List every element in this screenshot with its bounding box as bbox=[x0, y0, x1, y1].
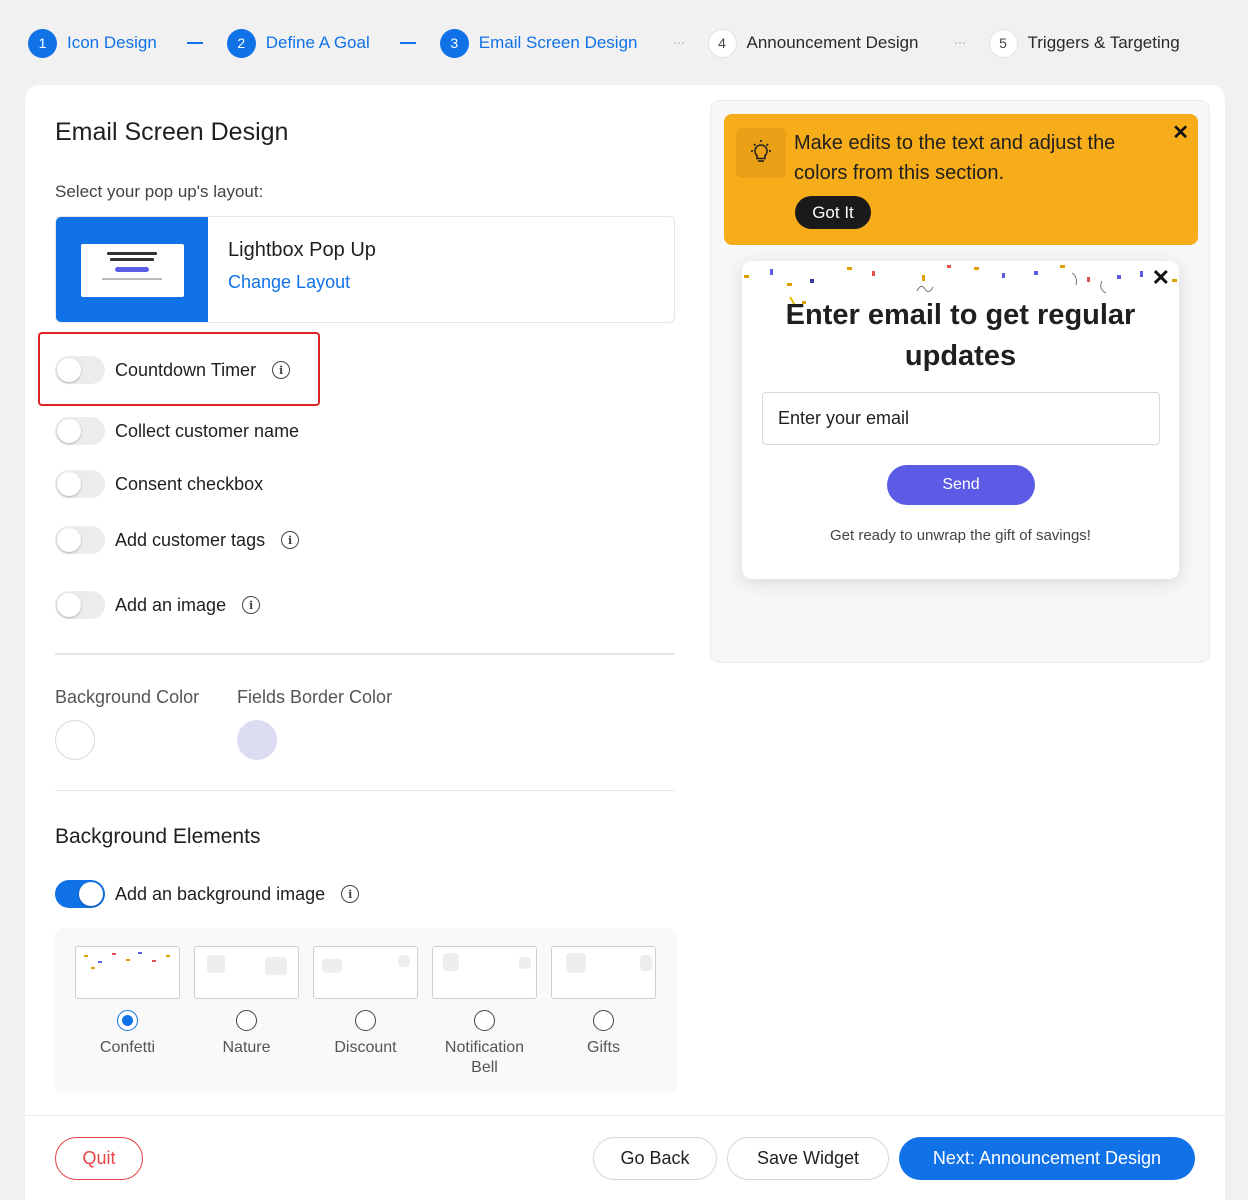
editor-card: Email Screen Design Select your pop up's… bbox=[25, 85, 1225, 1200]
got-it-button[interactable]: Got It bbox=[795, 196, 871, 229]
discount-radio[interactable] bbox=[355, 1010, 376, 1031]
bg-option-label: Notification Bell bbox=[444, 1039, 525, 1076]
step-label: Define A Goal bbox=[265, 33, 370, 52]
add-image-toggle[interactable] bbox=[55, 591, 105, 619]
info-icon[interactable]: i bbox=[242, 596, 261, 614]
divider bbox=[55, 790, 675, 791]
toggle-label: Add an background image bbox=[115, 883, 326, 904]
bg-option-discount[interactable]: Discount bbox=[313, 946, 418, 1058]
bg-option-label: Gifts bbox=[587, 1039, 620, 1056]
progress-stepper: 1 Icon Design 2 Define A Goal 3 Email Sc… bbox=[28, 27, 1228, 59]
bg-option-label: Nature bbox=[222, 1039, 271, 1056]
toggle-label: Collect customer name bbox=[115, 420, 300, 441]
save-widget-button[interactable]: Save Widget bbox=[727, 1137, 889, 1180]
consent-checkbox-row: Consent checkbox bbox=[55, 470, 263, 498]
footer-divider bbox=[25, 1115, 1225, 1116]
background-options: Confetti Nature Discount Notification Be… bbox=[55, 928, 677, 1093]
step-label: Announcement Design bbox=[746, 33, 919, 52]
confetti-radio[interactable] bbox=[117, 1010, 138, 1031]
info-icon[interactable]: i bbox=[272, 361, 291, 379]
fields-border-color-label: Fields Border Color bbox=[237, 687, 393, 707]
step-label: Icon Design bbox=[67, 33, 157, 52]
bg-option-label: Discount bbox=[334, 1039, 397, 1056]
background-color-label: Background Color bbox=[55, 687, 200, 707]
step-connector bbox=[954, 42, 965, 44]
bg-option-gifts[interactable]: Gifts bbox=[551, 946, 656, 1058]
consent-checkbox-toggle[interactable] bbox=[55, 470, 105, 498]
popup-note: Get ready to unwrap the gift of savings! bbox=[830, 527, 1091, 544]
gifts-radio[interactable] bbox=[593, 1010, 614, 1031]
step-connector bbox=[673, 42, 684, 44]
page-title: Email Screen Design bbox=[55, 118, 289, 146]
background-color-swatch[interactable] bbox=[55, 720, 95, 760]
thumbnail-popup bbox=[80, 244, 184, 297]
layout-thumbnail bbox=[56, 217, 208, 322]
tip-banner: Make edits to the text and adjust the co… bbox=[724, 114, 1198, 245]
email-input[interactable] bbox=[762, 392, 1160, 445]
step-triggers-targeting[interactable]: 5 Triggers & Targeting bbox=[988, 28, 1180, 58]
popup-heading: Enter email to get regular updates bbox=[785, 299, 1136, 372]
tip-text: Make edits to the text and adjust the co… bbox=[794, 132, 1116, 184]
customer-tags-row: Add customer tags i bbox=[55, 526, 300, 554]
gifts-thumbnail bbox=[551, 946, 656, 999]
add-image-row: Add an image i bbox=[55, 591, 261, 619]
countdown-timer-toggle[interactable] bbox=[55, 356, 105, 384]
step-number: 3 bbox=[439, 28, 469, 58]
collect-name-row: Collect customer name bbox=[55, 417, 299, 445]
nature-radio[interactable] bbox=[236, 1010, 257, 1031]
email-popup-preview: ✕ Enter email to get regular updates Sen… bbox=[742, 261, 1179, 579]
step-number: 5 bbox=[988, 28, 1018, 58]
toggle-label: Countdown Timer bbox=[115, 359, 257, 380]
change-layout-link[interactable]: Change Layout bbox=[228, 272, 376, 293]
bell-thumbnail bbox=[432, 946, 537, 999]
step-connector bbox=[399, 42, 416, 44]
toggle-label: Add customer tags bbox=[115, 529, 266, 550]
send-button[interactable]: Send bbox=[887, 465, 1035, 505]
info-icon[interactable]: i bbox=[341, 885, 360, 903]
step-email-screen-design[interactable]: 3 Email Screen Design bbox=[439, 28, 638, 58]
close-icon[interactable]: ✕ bbox=[1152, 265, 1170, 291]
notification-bell-radio[interactable] bbox=[474, 1010, 495, 1031]
step-define-goal[interactable]: 2 Define A Goal bbox=[226, 28, 370, 58]
layout-label: Select your pop up's layout: bbox=[55, 182, 264, 201]
step-connector bbox=[186, 42, 203, 44]
info-icon[interactable]: i bbox=[281, 531, 300, 549]
nature-thumbnail bbox=[194, 946, 299, 999]
fields-border-color-swatch[interactable] bbox=[237, 720, 277, 760]
step-label: Triggers & Targeting bbox=[1027, 33, 1180, 52]
background-image-toggle[interactable] bbox=[55, 880, 105, 908]
toggle-label: Consent checkbox bbox=[115, 473, 264, 494]
confetti-thumbnail bbox=[75, 946, 180, 999]
step-number: 1 bbox=[28, 28, 57, 58]
collect-name-toggle[interactable] bbox=[55, 417, 105, 445]
lightbulb-icon bbox=[736, 128, 786, 178]
discount-thumbnail bbox=[313, 946, 418, 999]
layout-selector: Lightbox Pop Up Change Layout bbox=[55, 216, 675, 323]
countdown-timer-row: Countdown Timer i bbox=[55, 356, 291, 384]
toggle-label: Add an image bbox=[115, 594, 227, 615]
step-number: 4 bbox=[707, 28, 737, 58]
background-image-row: Add an background image i bbox=[55, 880, 360, 908]
layout-name: Lightbox Pop Up bbox=[228, 239, 376, 261]
quit-button[interactable]: Quit bbox=[55, 1137, 143, 1180]
step-icon-design[interactable]: 1 Icon Design bbox=[28, 28, 157, 58]
bg-option-notification-bell[interactable]: Notification Bell bbox=[432, 946, 537, 1078]
background-elements-title: Background Elements bbox=[55, 825, 261, 848]
divider bbox=[55, 653, 675, 655]
close-icon[interactable]: ✕ bbox=[1172, 120, 1189, 145]
customer-tags-toggle[interactable] bbox=[55, 526, 105, 554]
bg-option-nature[interactable]: Nature bbox=[194, 946, 299, 1058]
go-back-button[interactable]: Go Back bbox=[593, 1137, 717, 1180]
next-button[interactable]: Next: Announcement Design bbox=[899, 1137, 1195, 1180]
bg-option-confetti[interactable]: Confetti bbox=[75, 946, 180, 1058]
bg-option-label: Confetti bbox=[99, 1039, 156, 1056]
step-announcement-design[interactable]: 4 Announcement Design bbox=[707, 28, 919, 58]
step-number: 2 bbox=[226, 28, 256, 58]
layout-info: Lightbox Pop Up Change Layout bbox=[208, 217, 376, 322]
preview-pane: Make edits to the text and adjust the co… bbox=[710, 100, 1210, 663]
step-label: Email Screen Design bbox=[478, 33, 638, 52]
